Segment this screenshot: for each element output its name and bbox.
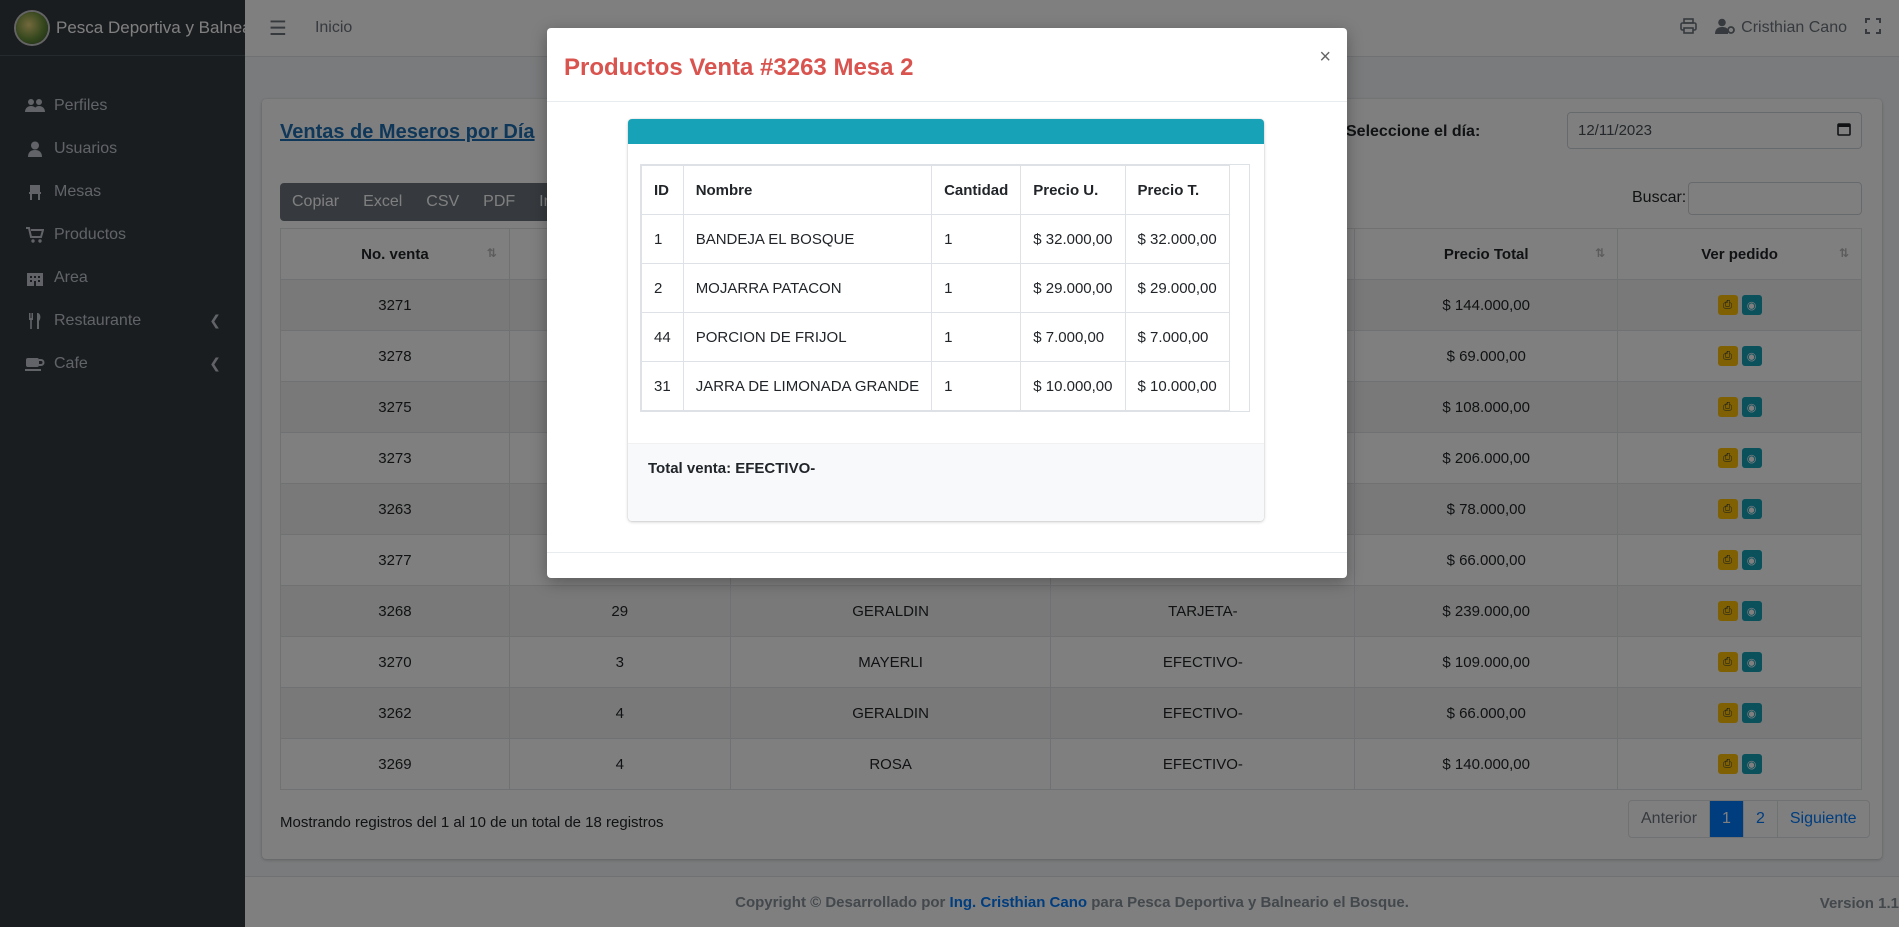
product-cell-cantidad: 1 <box>931 361 1022 411</box>
product-cell-nombre: PORCION DE FRIJOL <box>682 312 933 362</box>
modal-header: Productos Venta #3263 Mesa 2 × <box>547 28 1347 102</box>
product-cell-id: 31 <box>641 361 684 411</box>
product-cell-pu: $ 29.000,00 <box>1020 263 1126 313</box>
product-cell-nombre: BANDEJA EL BOSQUE <box>682 214 933 264</box>
col-nombre: Nombre <box>682 165 933 215</box>
products-table-wrap: ID Nombre Cantidad Precio U. Precio T. 1… <box>640 164 1250 412</box>
product-cell-cantidad: 1 <box>931 214 1022 264</box>
modal-footer <box>547 552 1347 578</box>
product-row: 44 PORCION DE FRIJOL 1 $ 7.000,00 $ 7.000,00 <box>641 312 1230 362</box>
product-cell-id: 44 <box>641 312 684 362</box>
product-cell-pu: $ 7.000,00 <box>1020 312 1126 362</box>
product-cell-pu: $ 32.000,00 <box>1020 214 1126 264</box>
product-cell-pt: $ 29.000,00 <box>1124 263 1230 313</box>
col-id: ID <box>641 165 684 215</box>
product-row: 1 BANDEJA EL BOSQUE 1 $ 32.000,00 $ 32.000,0… <box>641 214 1230 264</box>
product-row: 31 JARRA DE LIMONADA GRANDE 1 $ 10.000,00 $ … <box>641 361 1230 411</box>
col-precio-t: Precio T. <box>1124 165 1230 215</box>
modal-title: Productos Venta #3263 Mesa 2 <box>564 54 914 81</box>
product-cell-pu: $ 10.000,00 <box>1020 361 1126 411</box>
product-row: 2 MOJARRA PATACON 1 $ 29.000,00 $ 29.000,00 <box>641 263 1230 313</box>
product-cell-id: 2 <box>641 263 684 313</box>
products-table: ID Nombre Cantidad Precio U. Precio T. 1… <box>641 165 1230 411</box>
product-cell-pt: $ 7.000,00 <box>1124 312 1230 362</box>
products-modal: Productos Venta #3263 Mesa 2 × ID Nombre… <box>547 28 1347 578</box>
sale-total: Total venta: EFECTIVO- <box>648 460 816 477</box>
close-icon[interactable]: × <box>1319 46 1331 69</box>
product-cell-id: 1 <box>641 214 684 264</box>
products-card-footer: Total venta: EFECTIVO- <box>628 443 1264 521</box>
product-cell-pt: $ 32.000,00 <box>1124 214 1230 264</box>
product-cell-nombre: MOJARRA PATACON <box>682 263 933 313</box>
col-precio-u: Precio U. <box>1020 165 1126 215</box>
product-cell-pt: $ 10.000,00 <box>1124 361 1230 411</box>
col-cantidad: Cantidad <box>931 165 1022 215</box>
products-card: ID Nombre Cantidad Precio U. Precio T. 1… <box>628 119 1264 521</box>
product-cell-nombre: JARRA DE LIMONADA GRANDE <box>682 361 933 411</box>
product-cell-cantidad: 1 <box>931 312 1022 362</box>
products-card-header <box>628 119 1264 144</box>
product-cell-cantidad: 1 <box>931 263 1022 313</box>
